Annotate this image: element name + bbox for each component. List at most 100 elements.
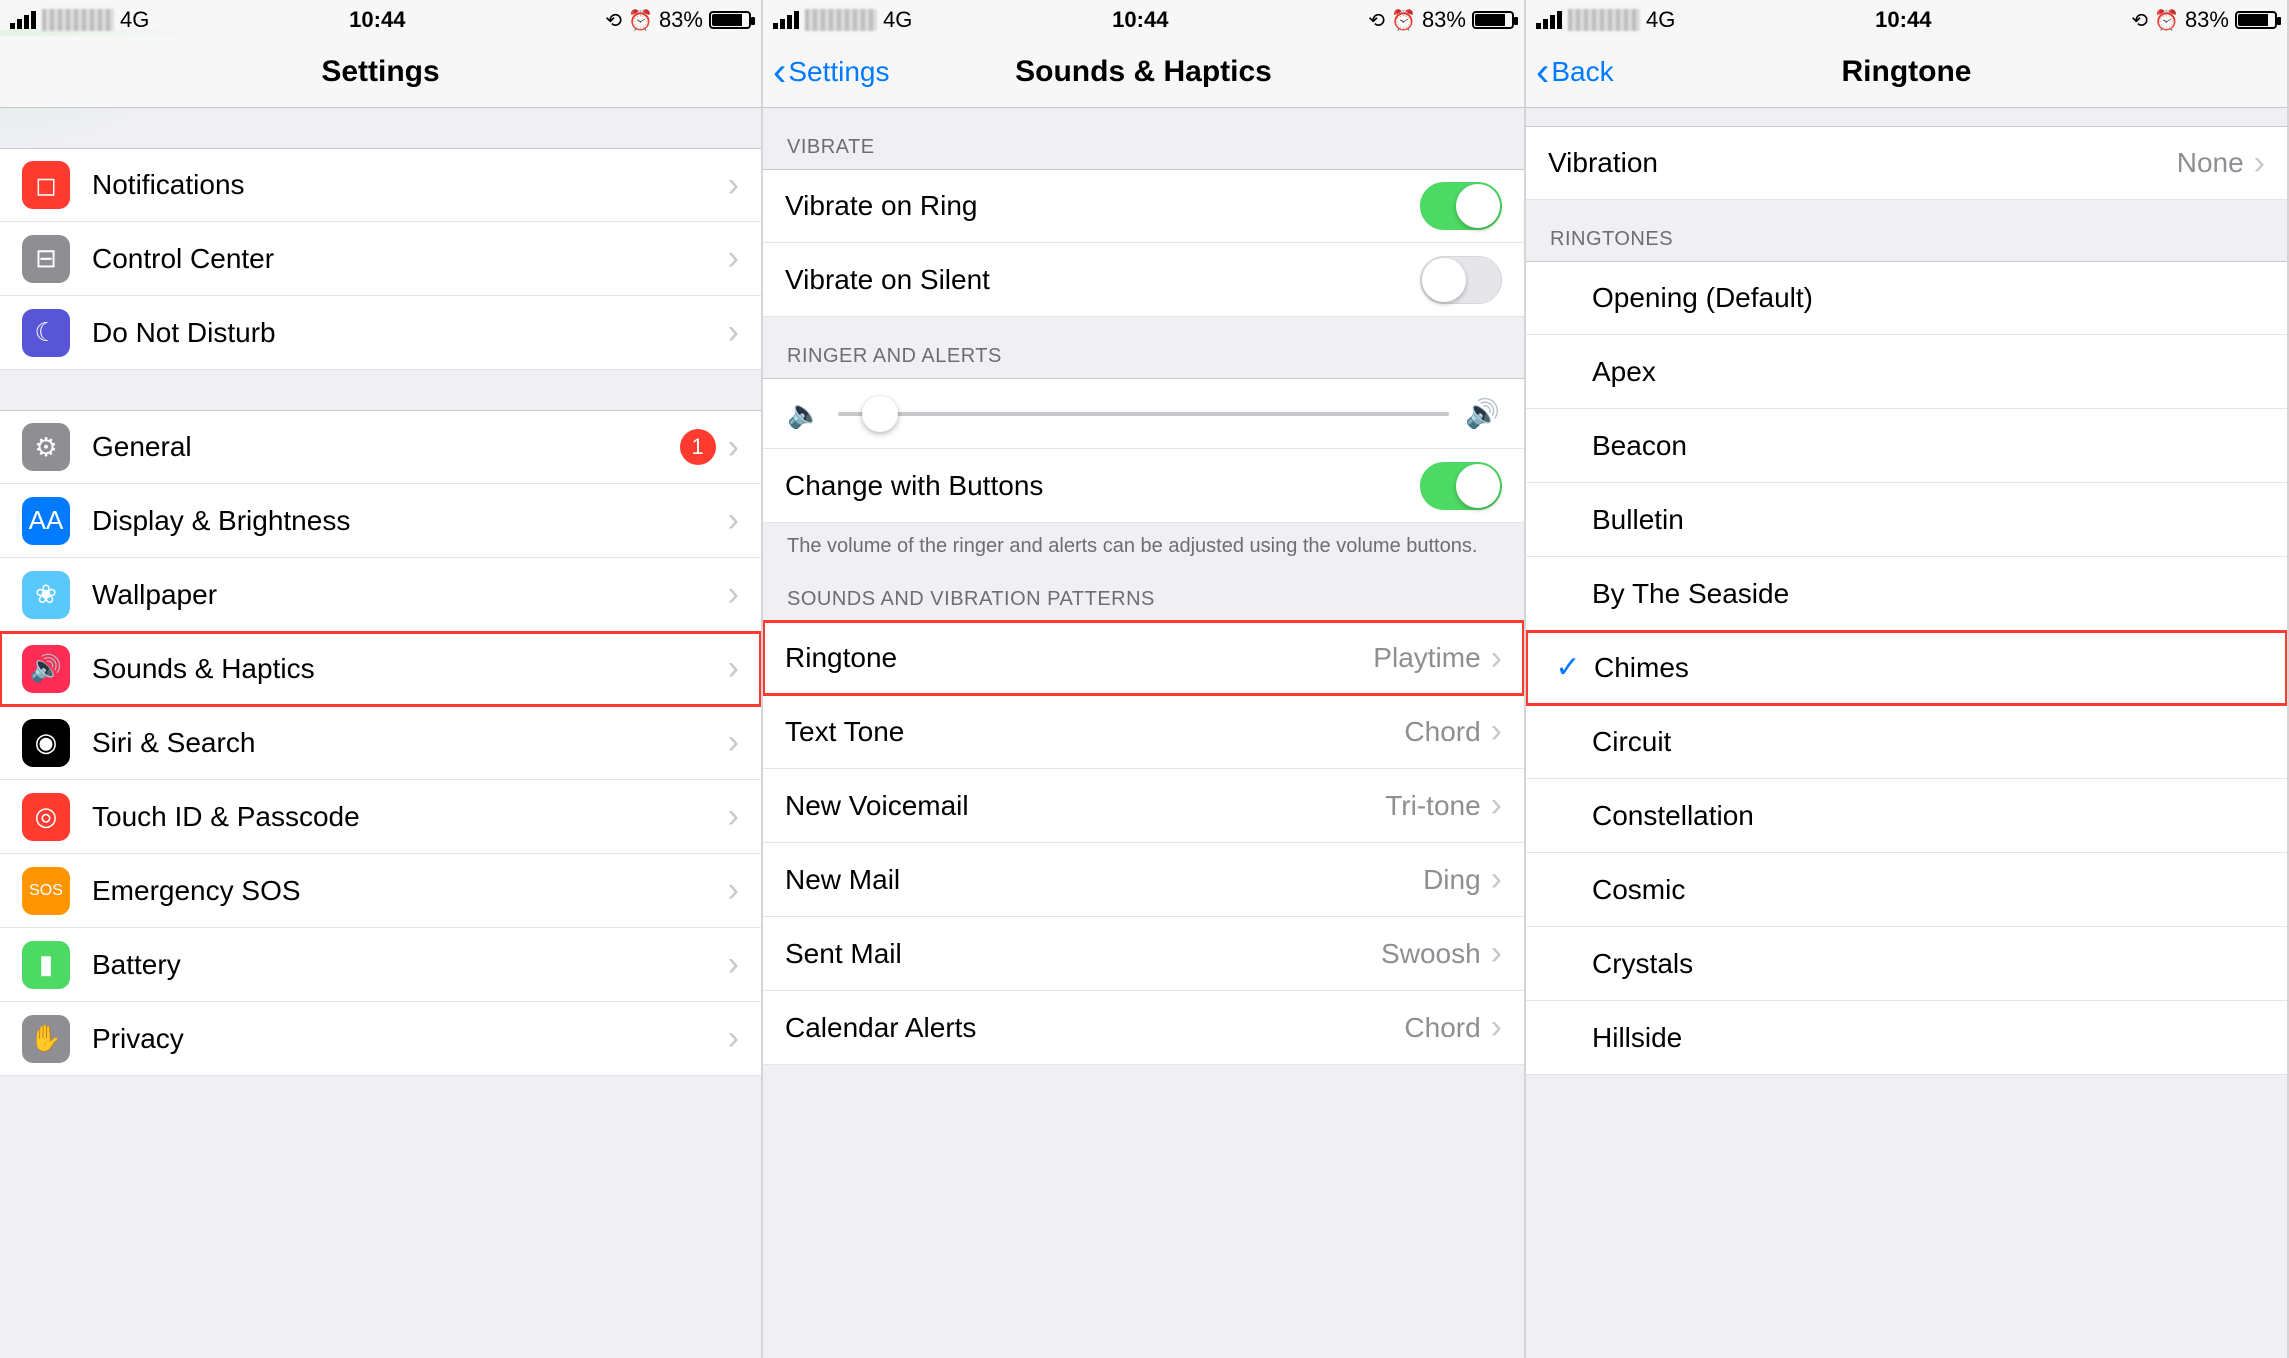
sound-row[interactable]: Sent MailSwoosh› bbox=[763, 917, 1524, 991]
row-value: Swoosh bbox=[1381, 938, 1481, 970]
row-vibration[interactable]: Vibration None › bbox=[1526, 126, 2287, 200]
row-vibrate-on-silent[interactable]: Vibrate on Silent bbox=[763, 243, 1524, 317]
status-bar: 4G 10:44 ⟲ ⏰ 83% bbox=[1526, 0, 2287, 36]
settings-row[interactable]: AA Display & Brightness › bbox=[0, 484, 761, 558]
ringtone-row[interactable]: ✓Chimes bbox=[1526, 631, 2287, 705]
network-label: 4G bbox=[1646, 7, 1675, 33]
back-button[interactable]: ‹ Settings bbox=[773, 36, 890, 107]
network-label: 4G bbox=[120, 7, 149, 33]
app-icon: AA bbox=[22, 497, 70, 545]
toggle-change-buttons[interactable] bbox=[1420, 462, 1502, 510]
signal-icon bbox=[10, 11, 36, 29]
chevron-left-icon: ‹ bbox=[773, 52, 786, 92]
ringtone-row[interactable]: Circuit bbox=[1526, 705, 2287, 779]
settings-row[interactable]: ◉Siri & Search› bbox=[0, 706, 761, 780]
signal-icon bbox=[1536, 11, 1562, 29]
row-label: Crystals bbox=[1592, 948, 1693, 980]
orientation-lock-icon: ⟲ bbox=[1368, 8, 1385, 33]
ringtone-row[interactable]: Cosmic bbox=[1526, 853, 2287, 927]
settings-row[interactable]: ✋Privacy› bbox=[0, 1002, 761, 1076]
carrier-blur bbox=[42, 9, 114, 31]
alarm-icon: ⏰ bbox=[1391, 8, 1416, 33]
row-change-with-buttons[interactable]: Change with Buttons bbox=[763, 449, 1524, 523]
chevron-right-icon: › bbox=[728, 1019, 739, 1058]
app-icon: 🔊 bbox=[22, 645, 70, 693]
app-icon: ⊟ bbox=[22, 235, 70, 283]
settings-row[interactable]: ▮Battery› bbox=[0, 928, 761, 1002]
ringtone-row[interactable]: Apex bbox=[1526, 335, 2287, 409]
ringtone-row[interactable]: By The Seaside bbox=[1526, 557, 2287, 631]
settings-row[interactable]: ◻Notifications› bbox=[0, 148, 761, 222]
chevron-right-icon: › bbox=[728, 649, 739, 688]
app-icon: SOS bbox=[22, 867, 70, 915]
app-icon: ✋ bbox=[22, 1015, 70, 1063]
row-value: Tri-tone bbox=[1385, 790, 1480, 822]
chevron-right-icon: › bbox=[728, 313, 739, 352]
sound-row[interactable]: New VoicemailTri-tone› bbox=[763, 769, 1524, 843]
clock: 10:44 bbox=[1112, 7, 1168, 33]
toggle-vibrate-ring[interactable] bbox=[1420, 182, 1502, 230]
chevron-right-icon: › bbox=[1491, 934, 1502, 973]
chevron-right-icon: › bbox=[2254, 144, 2265, 183]
settings-row[interactable]: 🔊Sounds & Haptics› bbox=[0, 632, 761, 706]
nav-title: Settings bbox=[321, 55, 439, 89]
row-label: Control Center bbox=[92, 243, 274, 275]
ringtone-row[interactable]: Constellation bbox=[1526, 779, 2287, 853]
row-label: Opening (Default) bbox=[1592, 282, 1813, 314]
row-label: Emergency SOS bbox=[92, 875, 301, 907]
section-header-ringtones: RINGTONES bbox=[1526, 200, 2287, 261]
orientation-lock-icon: ⟲ bbox=[2131, 8, 2148, 33]
row-value: Chord bbox=[1404, 1012, 1480, 1044]
settings-row[interactable]: ⚙General1› bbox=[0, 410, 761, 484]
ringtone-row[interactable]: Opening (Default) bbox=[1526, 261, 2287, 335]
settings-screen: 4G 10:44 ⟲ ⏰ 83% Settings ◻Notifications… bbox=[0, 0, 763, 1358]
sound-row[interactable]: Calendar AlertsChord› bbox=[763, 991, 1524, 1065]
orientation-lock-icon: ⟲ bbox=[605, 8, 622, 33]
back-label: Back bbox=[1551, 56, 1613, 88]
sound-row[interactable]: RingtonePlaytime› bbox=[763, 621, 1524, 695]
row-value: Chord bbox=[1404, 716, 1480, 748]
ringer-volume-row[interactable]: 🔈 🔊 bbox=[763, 378, 1524, 449]
section-header-vibrate: VIBRATE bbox=[763, 108, 1524, 169]
settings-row[interactable]: ◎Touch ID & Passcode› bbox=[0, 780, 761, 854]
back-button[interactable]: ‹ Back bbox=[1536, 36, 1614, 107]
row-label: Chimes bbox=[1594, 652, 1689, 684]
chevron-left-icon: ‹ bbox=[1536, 52, 1549, 92]
row-label: Display & Brightness bbox=[92, 505, 350, 537]
row-label: Calendar Alerts bbox=[785, 1012, 976, 1044]
battery-percent: 83% bbox=[659, 7, 703, 33]
volume-slider[interactable] bbox=[838, 412, 1449, 416]
settings-row[interactable]: ⊟Control Center› bbox=[0, 222, 761, 296]
settings-row[interactable]: SOS Emergency SOS › bbox=[0, 854, 761, 928]
ringtone-row[interactable]: Hillside bbox=[1526, 1001, 2287, 1075]
row-label: Notifications bbox=[92, 169, 245, 201]
sound-row[interactable]: New MailDing› bbox=[763, 843, 1524, 917]
settings-row[interactable]: ❀Wallpaper› bbox=[0, 558, 761, 632]
chevron-right-icon: › bbox=[1491, 712, 1502, 751]
row-label: Circuit bbox=[1592, 726, 1671, 758]
toggle-vibrate-silent[interactable] bbox=[1420, 256, 1502, 304]
settings-row[interactable]: ☾Do Not Disturb› bbox=[0, 296, 761, 370]
section-header-ringer: RINGER AND ALERTS bbox=[763, 317, 1524, 378]
row-label: New Mail bbox=[785, 864, 900, 896]
nav-bar: Settings bbox=[0, 36, 761, 108]
app-icon: ◻ bbox=[22, 161, 70, 209]
row-vibrate-on-ring[interactable]: Vibrate on Ring bbox=[763, 169, 1524, 243]
row-label: Cosmic bbox=[1592, 874, 1685, 906]
chevron-right-icon: › bbox=[728, 428, 739, 467]
row-label: Change with Buttons bbox=[785, 470, 1043, 502]
battery-icon bbox=[2235, 11, 2277, 29]
ringtone-row[interactable]: Crystals bbox=[1526, 927, 2287, 1001]
row-value: None bbox=[2177, 147, 2244, 179]
row-label: Vibrate on Silent bbox=[785, 264, 990, 296]
row-label: By The Seaside bbox=[1592, 578, 1789, 610]
slider-thumb[interactable] bbox=[862, 396, 898, 432]
ringtone-row[interactable]: Beacon bbox=[1526, 409, 2287, 483]
chevron-right-icon: › bbox=[728, 501, 739, 540]
row-label: Beacon bbox=[1592, 430, 1687, 462]
chevron-right-icon: › bbox=[728, 871, 739, 910]
app-icon: ⚙ bbox=[22, 423, 70, 471]
sound-row[interactable]: Text ToneChord› bbox=[763, 695, 1524, 769]
app-icon: ◎ bbox=[22, 793, 70, 841]
ringtone-row[interactable]: Bulletin bbox=[1526, 483, 2287, 557]
